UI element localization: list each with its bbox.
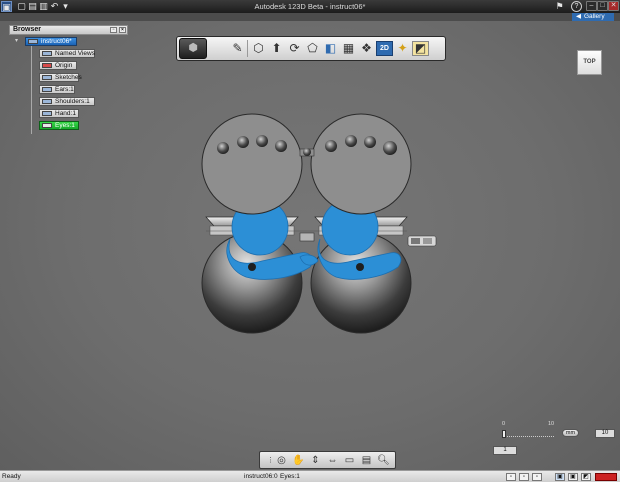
- snap-value-field[interactable]: 1: [493, 446, 517, 455]
- browser-pin-icon[interactable]: ▫: [110, 27, 117, 33]
- grid-toggle-icon[interactable]: ▫: [519, 473, 529, 481]
- browser-item-ears[interactable]: Ears:1: [39, 85, 75, 94]
- browser-panel: Browser ▫ × ▾ instruct06* Named Views Or…: [9, 25, 128, 134]
- visibility-icon: [42, 99, 52, 104]
- toolbar-separator: [247, 40, 248, 57]
- item-label: Named Views: [55, 50, 95, 57]
- tree-line: [31, 46, 32, 134]
- pencil-icon[interactable]: ✎: [229, 40, 246, 57]
- scale-slider-track[interactable]: [502, 434, 554, 437]
- scale-min-label: 0: [502, 421, 506, 427]
- navigation-bar: ⋮ ◎ ✋ ⇕ ⇔ ▭ ▤ 🔍︎: [259, 451, 396, 469]
- help-icon[interactable]: ?: [571, 1, 582, 12]
- ears-body[interactable]: [201, 113, 412, 215]
- revolve-icon[interactable]: ⟳: [286, 40, 303, 57]
- viewcube[interactable]: TOP: [577, 50, 602, 75]
- fit-view-icon[interactable]: ⇔: [325, 454, 340, 467]
- main-toolbar: ⬢ ✎ ⬡ ⬆ ⟳ ⬠ ◧ ▦ ❖ 2D ✦ ◩: [176, 36, 446, 61]
- status-bar: Ready instruct06:0 Eyes:1 ▫ ▫ ▫ ▣ ▣ ◩: [0, 470, 620, 482]
- visibility-icon: [42, 87, 52, 92]
- item-label: Ears:1: [55, 86, 74, 93]
- minimize-button[interactable]: –: [586, 1, 597, 11]
- box-icon[interactable]: ⬡: [250, 40, 267, 57]
- material-icon[interactable]: ◩: [412, 41, 429, 56]
- item-label: Hand:1: [55, 110, 76, 117]
- folder-icon: [42, 51, 52, 56]
- 2d-view-icon[interactable]: 2D: [376, 41, 393, 56]
- snap-toggle-icon[interactable]: ▫: [506, 473, 516, 481]
- root-label: instruct06*: [41, 38, 72, 45]
- gallery-label: Gallery: [584, 13, 605, 20]
- collapse-icon[interactable]: ▾: [15, 38, 21, 44]
- context-manipulator[interactable]: [407, 235, 437, 247]
- browser-item-sketches[interactable]: Sketches: [39, 73, 82, 82]
- browser-item-shoulders[interactable]: Shoulders:1: [39, 97, 95, 106]
- scale-max-label: 10: [548, 421, 555, 427]
- render-toggle[interactable]: [595, 473, 617, 481]
- combine-icon[interactable]: ❖: [358, 40, 375, 57]
- scale-value-field[interactable]: 10: [595, 429, 615, 438]
- item-label: Origin: [55, 62, 73, 69]
- shadows-icon[interactable]: ▣: [568, 473, 578, 481]
- gallery-tab[interactable]: ◀ Gallery: [572, 13, 614, 21]
- extrude-icon[interactable]: ⬆: [268, 40, 285, 57]
- unit-selector[interactable]: mm: [562, 429, 579, 437]
- pan-icon[interactable]: ✋: [291, 454, 306, 467]
- materials-icon[interactable]: ◩: [581, 473, 591, 481]
- visual-style-icon[interactable]: ▣: [555, 473, 565, 481]
- model-canvas[interactable]: [0, 21, 620, 470]
- browser-root-node[interactable]: instruct06*: [25, 37, 77, 46]
- home-view-icon[interactable]: ⬢: [179, 38, 207, 59]
- browser-item-hand[interactable]: Hand:1: [39, 109, 79, 118]
- pattern-icon[interactable]: ▦: [340, 40, 357, 57]
- close-button[interactable]: ✕: [608, 1, 619, 11]
- orbit-icon[interactable]: ◎: [274, 454, 289, 467]
- inspect-icon[interactable]: 🔍︎: [376, 454, 391, 467]
- grid-icon[interactable]: ▤: [359, 454, 374, 467]
- component-icon: [28, 39, 38, 44]
- browser-close-icon[interactable]: ×: [119, 27, 126, 33]
- browser-item-named-views[interactable]: Named Views: [39, 49, 95, 58]
- render-icon[interactable]: ✦: [394, 40, 411, 57]
- sweep-icon[interactable]: ⬠: [304, 40, 321, 57]
- origin-icon: [42, 63, 52, 68]
- gallery-arrow-icon: ◀: [576, 13, 581, 20]
- visibility-icon: [42, 111, 52, 116]
- grid-scale-control: 0 10 mm 10 1: [492, 419, 616, 459]
- status-ready: Ready: [2, 473, 21, 480]
- item-label: Sketches: [55, 74, 82, 81]
- sign-in-icon[interactable]: ⚑: [554, 1, 565, 12]
- visibility-icon: [42, 123, 52, 128]
- status-selection: Eyes:1: [280, 473, 300, 480]
- maximize-button[interactable]: □: [597, 1, 608, 11]
- window-title: Autodesk 123D Beta - instruct06*: [254, 2, 366, 11]
- 3d-viewport[interactable]: Browser ▫ × ▾ instruct06* Named Views Or…: [0, 21, 620, 470]
- browser-item-origin[interactable]: Origin: [39, 61, 77, 70]
- gallery-strip: [0, 13, 620, 21]
- view-mode-icon[interactable]: ▭: [342, 454, 357, 467]
- item-label: Shoulders:1: [55, 98, 90, 105]
- ortho-toggle-icon[interactable]: ▫: [532, 473, 542, 481]
- zoom-icon[interactable]: ⇕: [308, 454, 323, 467]
- status-document: instruct06:0: [244, 473, 278, 480]
- shell-icon[interactable]: ◧: [322, 40, 339, 57]
- browser-item-eyes[interactable]: Eyes:1: [39, 121, 79, 130]
- browser-header: Browser ▫ ×: [9, 25, 128, 35]
- scale-slider-knob[interactable]: [502, 430, 506, 438]
- browser-title: Browser: [13, 26, 42, 33]
- title-bar: ▣ ▢ ▤ ▥ ↶ ▾ Autodesk 123D Beta - instruc…: [0, 0, 620, 13]
- item-label: Eyes:1: [55, 122, 75, 129]
- folder-icon: [42, 75, 52, 80]
